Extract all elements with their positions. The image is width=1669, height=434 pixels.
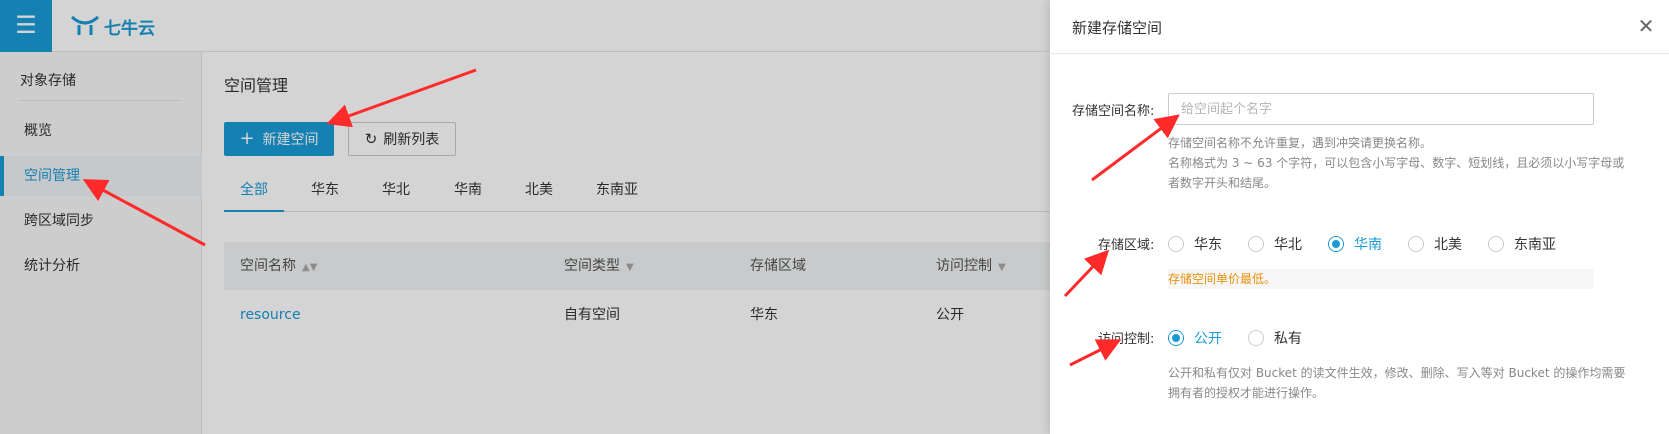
bucket-name-hint-1: 存储空间名称不允许重复，遇到冲突请更换名称。 [1168,136,1433,150]
panel-header: 新建存储空间 ✕ [1050,0,1669,54]
bucket-name-hint-2: 名称格式为 3 ~ 63 个字符，可以包含小写字母、数字、短划线，且必须以小写字… [1168,156,1625,170]
radio-label: 华南 [1354,237,1382,253]
radio-circle [1328,236,1344,252]
radio-circle [1168,330,1184,346]
access-control-hint-1: 公开和私有仅对 Bucket 的读文件生效，修改、删除、写入等对 Bucket … [1168,366,1626,380]
radio-circle [1408,236,1424,252]
region-radio-north-america[interactable]: 北美 [1408,234,1462,254]
access-radio-private[interactable]: 私有 [1248,328,1302,348]
access-control-label: 访问控制: [1098,332,1155,347]
bucket-name-hint-3: 者数字开头和结尾。 [1168,176,1277,190]
bucket-name-input[interactable] [1168,93,1594,125]
radio-label: 北美 [1434,237,1462,253]
radio-label: 公开 [1194,331,1222,347]
access-radio-public[interactable]: 公开 [1168,328,1222,348]
new-bucket-panel: 新建存储空间 ✕ 存储空间名称: 存储空间名称不允许重复，遇到冲突请更换名称。 … [1050,0,1669,434]
region-label: 存储区域: [1098,238,1155,253]
modal-overlay[interactable] [0,0,1050,434]
close-icon[interactable]: ✕ [1633,13,1659,39]
region-radio-east-china[interactable]: 华东 [1168,234,1222,254]
region-radio-south-china[interactable]: 华南 [1328,234,1382,254]
radio-circle [1168,236,1184,252]
access-control-hint-2: 拥有者的授权才能进行操作。 [1168,386,1325,400]
region-price-note: 存储空间单价最低。 [1168,269,1594,289]
radio-label: 华北 [1274,237,1302,253]
radio-label: 华东 [1194,237,1222,253]
radio-label: 私有 [1274,331,1302,347]
radio-circle [1488,236,1504,252]
bucket-name-label: 存储空间名称: [1072,104,1155,119]
radio-circle [1248,330,1264,346]
region-radio-north-china[interactable]: 华北 [1248,234,1302,254]
region-radio-southeast-asia[interactable]: 东南亚 [1488,234,1556,254]
radio-label: 东南亚 [1514,237,1556,253]
panel-title: 新建存储空间 [1072,19,1163,37]
radio-circle [1248,236,1264,252]
